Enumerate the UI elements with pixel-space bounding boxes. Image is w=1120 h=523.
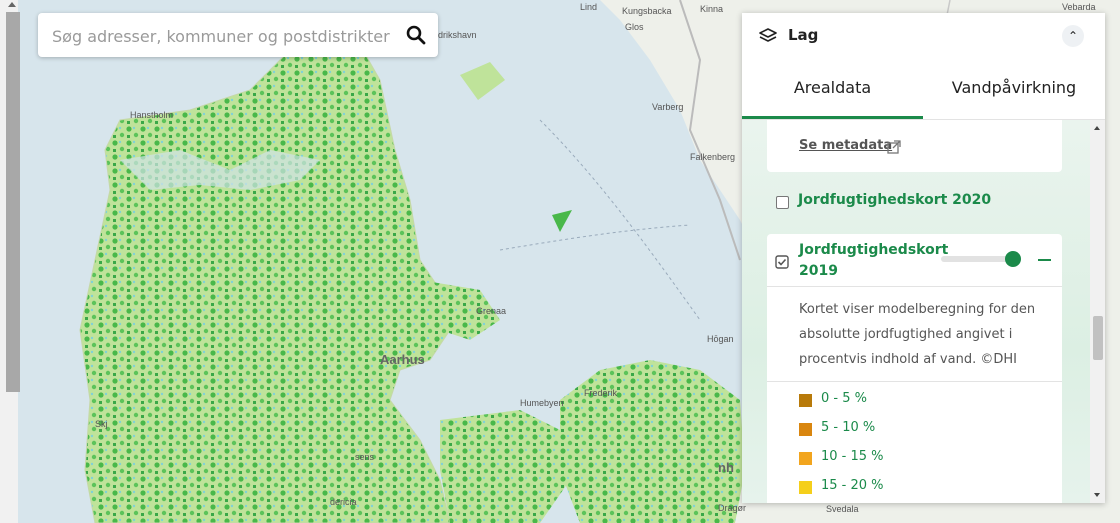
map-label-kinna: Kinna — [700, 4, 724, 14]
search-input[interactable] — [50, 24, 394, 48]
scroll-up-arrow-icon[interactable] — [1094, 126, 1100, 130]
collapse-chevron-up-icon[interactable]: ⌃ — [1062, 25, 1084, 47]
layers-icon — [759, 28, 777, 42]
map-label-lind: Lind — [580, 2, 598, 12]
map-label-frederik: Frederik — [584, 388, 618, 398]
layer-2020-checkbox[interactable] — [776, 196, 789, 209]
map-label-hanstholm: Hanstholm — [130, 110, 174, 120]
external-link-icon[interactable] — [887, 140, 901, 154]
layer-2019-header: Jordfugtighedskort 2019 — [767, 234, 1062, 287]
metadata-card: Se metadata — [767, 120, 1062, 172]
legend-swatch — [799, 481, 812, 494]
layer-2020-label[interactable]: Jordfugtighedskort 2020 — [798, 192, 991, 208]
map-label-falkenberg: Falkenberg — [690, 152, 736, 162]
panel-title: Lag — [788, 26, 819, 44]
layer-2019-checkbox-checked-icon[interactable] — [775, 255, 789, 269]
search-box — [38, 13, 438, 57]
page-scroll-thumb[interactable] — [6, 12, 20, 392]
scroll-down-arrow-icon[interactable] — [1094, 493, 1100, 497]
legend-swatch — [799, 452, 812, 465]
scroll-up-arrow[interactable] — [8, 2, 16, 7]
tab-bar: Arealdata Vandpåvirkning — [742, 61, 1105, 120]
layer-2019-label[interactable]: Jordfugtighedskort 2019 — [799, 240, 948, 282]
map-label-grenaa: Grenaa — [476, 306, 507, 316]
legend-label: 0 - 5 % — [821, 391, 867, 406]
tab-arealdata[interactable]: Arealdata — [742, 61, 923, 119]
map-label-dragor: Dragør — [718, 503, 747, 513]
map-label-humebyen: Humebyen — [520, 398, 564, 408]
divider — [767, 381, 1062, 382]
map-label-hogan: Hōgan — [707, 334, 734, 344]
layer-card-2019: Jordfugtighedskort 2019 Kortet viser mod… — [767, 234, 1062, 503]
layer-list: Se metadata Jordfugtighedskort 2020 Jord… — [742, 120, 1105, 503]
legend-swatch — [799, 394, 812, 407]
map-label-kungsbacka: Kungsbacka — [622, 6, 672, 16]
opacity-slider-handle[interactable] — [1005, 251, 1021, 267]
metadata-link[interactable]: Se metadata — [799, 138, 892, 153]
layer-panel: Lag ⌃ Arealdata Vandpåvirkning Se metada… — [742, 13, 1105, 503]
search-icon[interactable] — [406, 25, 426, 45]
map-label-skj: Skj — [95, 419, 108, 429]
legend-label: 5 - 10 % — [821, 420, 876, 435]
map-label-fredericia: dericia — [330, 497, 357, 507]
collapse-minus-icon[interactable] — [1038, 259, 1051, 261]
panel-header[interactable]: Lag ⌃ — [742, 13, 1105, 61]
map-label-kobenhavn: nh — [718, 460, 734, 475]
map-label-vebarda: Vebarda — [1062, 2, 1096, 12]
layer-description: Kortet viser modelberegning for den abso… — [799, 302, 1036, 367]
legend-swatch — [799, 423, 812, 436]
opacity-slider[interactable] — [941, 251, 1021, 267]
map-label-horsens: sens — [355, 452, 375, 462]
map-label-varberg: Varberg — [652, 102, 684, 112]
legend-label: 10 - 15 % — [821, 449, 884, 464]
map-label-glos: Glos — [625, 22, 644, 32]
map-label-aarhus: Aarhus — [380, 352, 425, 367]
map-label-svedala: Svedala — [826, 504, 859, 514]
panel-scrollbar[interactable] — [1090, 120, 1105, 503]
tab-vandpavirkning[interactable]: Vandpåvirkning — [923, 61, 1105, 119]
map-label-frederikshavn: drikshavn — [438, 30, 477, 40]
legend-label: 15 - 20 % — [821, 478, 884, 493]
page-scrollbar[interactable] — [0, 0, 20, 523]
panel-scroll-thumb[interactable] — [1093, 316, 1103, 360]
